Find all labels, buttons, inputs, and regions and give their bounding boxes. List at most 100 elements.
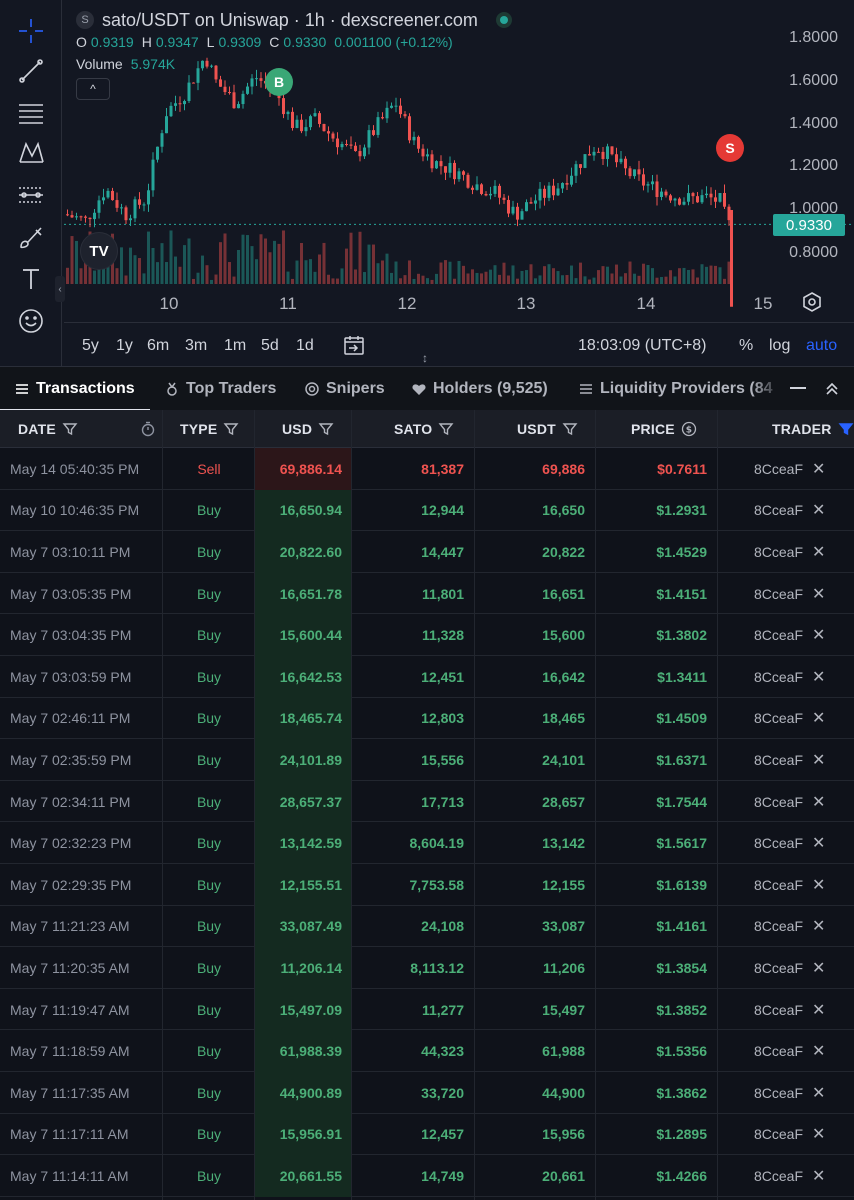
remove-filter-icon[interactable]: ✕ <box>812 822 825 864</box>
log-scale-toggle[interactable]: log <box>769 337 790 355</box>
table-row[interactable]: May 7 03:03:59 PM Buy 16,642.53 12,451 16,64… <box>0 655 854 698</box>
table-row[interactable]: May 7 11:14:11 AM Buy 20,661.55 14,749 20,66… <box>0 1155 854 1197</box>
header-usd[interactable]: USD <box>282 410 334 448</box>
range-5d-button[interactable]: 5d <box>261 337 279 355</box>
filter-icon[interactable] <box>438 421 454 437</box>
tab-top-traders[interactable]: Top Traders <box>164 367 276 411</box>
remove-filter-icon[interactable]: ✕ <box>812 781 825 823</box>
header-sato[interactable]: SATO <box>394 410 454 448</box>
emoji-icon[interactable] <box>12 302 50 340</box>
range-1m-button[interactable]: 1m <box>224 337 246 355</box>
expand-up-icon[interactable] <box>824 381 840 397</box>
table-row[interactable]: May 7 02:46:11 PM Buy 18,465.74 12,803 18,46… <box>0 697 854 740</box>
table-row[interactable]: May 7 11:19:47 AM Buy 15,497.09 11,277 15,49… <box>0 988 854 1031</box>
table-row[interactable]: May 7 11:21:23 AM Buy 33,087.49 24,108 33,08… <box>0 905 854 948</box>
cell-trader[interactable]: 8CceaF <box>754 864 803 906</box>
range-3m-button[interactable]: 3m <box>185 337 207 355</box>
remove-filter-icon[interactable]: ✕ <box>812 906 825 948</box>
tab-liquidity-providers[interactable]: Liquidity Providers (84 <box>578 367 772 411</box>
table-row[interactable]: May 7 11:20:35 AM Buy 11,206.14 8,113.12 11,… <box>0 947 854 989</box>
header-usdt[interactable]: USDT <box>517 410 578 448</box>
filter-active-icon[interactable] <box>838 421 854 437</box>
cell-trader[interactable]: 8CceaF <box>754 947 803 989</box>
cell-trader[interactable]: 8CceaF <box>754 822 803 864</box>
table-row[interactable]: May 7 11:17:35 AM Buy 44,900.89 33,720 44,90… <box>0 1071 854 1114</box>
remove-filter-icon[interactable]: ✕ <box>812 573 825 615</box>
range-6m-button[interactable]: 6m <box>147 337 169 355</box>
cell-trader[interactable]: 8CceaF <box>754 1072 803 1114</box>
header-date[interactable]: DATE <box>18 410 78 448</box>
axis-settings-icon[interactable] <box>800 290 824 314</box>
volume-bar <box>300 243 303 284</box>
range-5y-button[interactable]: 5y <box>82 337 99 355</box>
cell-trader[interactable]: 8CceaF <box>754 1030 803 1072</box>
remove-filter-icon[interactable]: ✕ <box>812 656 825 698</box>
remove-filter-icon[interactable]: ✕ <box>812 698 825 740</box>
timezone-clock[interactable]: 18:03:09 (UTC+8) <box>578 337 707 355</box>
remove-filter-icon[interactable]: ✕ <box>812 448 825 490</box>
minimize-icon[interactable] <box>790 387 806 389</box>
dollar-circle-icon[interactable]: $ <box>681 421 697 437</box>
remove-filter-icon[interactable]: ✕ <box>812 614 825 656</box>
cell-trader[interactable]: 8CceaF <box>754 614 803 656</box>
cell-trader[interactable]: 8CceaF <box>754 906 803 948</box>
table-row[interactable]: May 7 03:05:35 PM Buy 16,651.78 11,801 16,65… <box>0 572 854 615</box>
remove-filter-icon[interactable]: ✕ <box>812 1072 825 1114</box>
table-row[interactable]: May 7 02:34:11 PM Buy 28,657.37 17,713 28,65… <box>0 780 854 823</box>
cell-trader[interactable]: 8CceaF <box>754 989 803 1031</box>
filter-icon[interactable] <box>223 421 239 437</box>
percent-scale-toggle[interactable]: % <box>739 337 753 355</box>
header-type[interactable]: TYPE <box>180 410 239 448</box>
tab-snipers[interactable]: Snipers <box>304 367 385 411</box>
cell-trader[interactable]: 8CceaF <box>754 656 803 698</box>
cell-trader[interactable]: 8CceaF <box>754 1114 803 1156</box>
header-trader[interactable]: TRADER <box>772 410 854 448</box>
tab-transactions[interactable]: Transactions <box>14 367 135 411</box>
table-row[interactable]: May 7 11:18:59 AM Buy 61,988.39 44,323 61,98… <box>0 1030 854 1072</box>
table-row[interactable]: May 7 11:17:11 AM Buy 15,956.91 12,457 15,95… <box>0 1113 854 1156</box>
filter-icon[interactable] <box>318 421 334 437</box>
auto-scale-toggle[interactable]: auto <box>806 337 837 355</box>
remove-filter-icon[interactable]: ✕ <box>812 531 825 573</box>
cell-trader[interactable]: 8CceaF <box>754 781 803 823</box>
header-price[interactable]: PRICE $ <box>631 410 697 448</box>
tab-holders[interactable]: Holders (9,525) <box>411 367 548 411</box>
stopwatch-icon[interactable] <box>140 421 156 437</box>
horizontal-lines-icon[interactable] <box>12 94 50 132</box>
table-row[interactable]: May 7 02:35:59 PM Buy 24,101.89 15,556 24,10… <box>0 739 854 781</box>
cell-trader[interactable]: 8CceaF <box>754 698 803 740</box>
remove-filter-icon[interactable]: ✕ <box>812 739 825 781</box>
remove-filter-icon[interactable]: ✕ <box>812 989 825 1031</box>
table-row[interactable]: May 10 10:46:35 PM Buy 16,650.94 12,944 16,6… <box>0 489 854 532</box>
pattern-icon[interactable] <box>12 134 50 172</box>
table-row[interactable]: May 14 05:40:35 PM Sell 69,886.14 81,387 69,… <box>0 448 854 490</box>
filter-icon[interactable] <box>562 421 578 437</box>
remove-filter-icon[interactable]: ✕ <box>812 490 825 532</box>
go-to-date-icon[interactable] <box>342 333 366 357</box>
remove-filter-icon[interactable]: ✕ <box>812 947 825 989</box>
range-1d-button[interactable]: 1d <box>296 337 314 355</box>
filter-icon[interactable] <box>62 421 78 437</box>
cell-trader[interactable]: 8CceaF <box>754 531 803 573</box>
cell-trader[interactable]: 8CceaF <box>754 448 803 490</box>
fib-icon[interactable] <box>12 176 50 214</box>
remove-filter-icon[interactable]: ✕ <box>812 864 825 906</box>
trend-line-icon[interactable] <box>12 52 50 90</box>
crosshair-icon[interactable] <box>12 12 50 50</box>
cell-trader[interactable]: 8CceaF <box>754 1155 803 1197</box>
table-row[interactable]: May 7 03:04:35 PM Buy 15,600.44 11,328 15,60… <box>0 614 854 656</box>
range-1y-button[interactable]: 1y <box>116 337 133 355</box>
text-icon[interactable] <box>12 260 50 298</box>
cell-trader[interactable]: 8CceaF <box>754 739 803 781</box>
table-row[interactable]: May 7 02:29:35 PM Buy 12,155.51 7,753.58 12,… <box>0 863 854 906</box>
legend-collapse-button[interactable]: ^ <box>76 78 110 100</box>
remove-filter-icon[interactable]: ✕ <box>812 1114 825 1156</box>
tradingview-logo[interactable]: TV <box>80 232 118 270</box>
brush-icon[interactable] <box>12 218 50 256</box>
cell-trader[interactable]: 8CceaF <box>754 573 803 615</box>
remove-filter-icon[interactable]: ✕ <box>812 1155 825 1197</box>
remove-filter-icon[interactable]: ✕ <box>812 1030 825 1072</box>
table-row[interactable]: May 7 03:10:11 PM Buy 20,822.60 14,447 20,82… <box>0 531 854 573</box>
cell-trader[interactable]: 8CceaF <box>754 490 803 532</box>
table-row[interactable]: May 7 02:32:23 PM Buy 13,142.59 8,604.19 13,… <box>0 822 854 864</box>
